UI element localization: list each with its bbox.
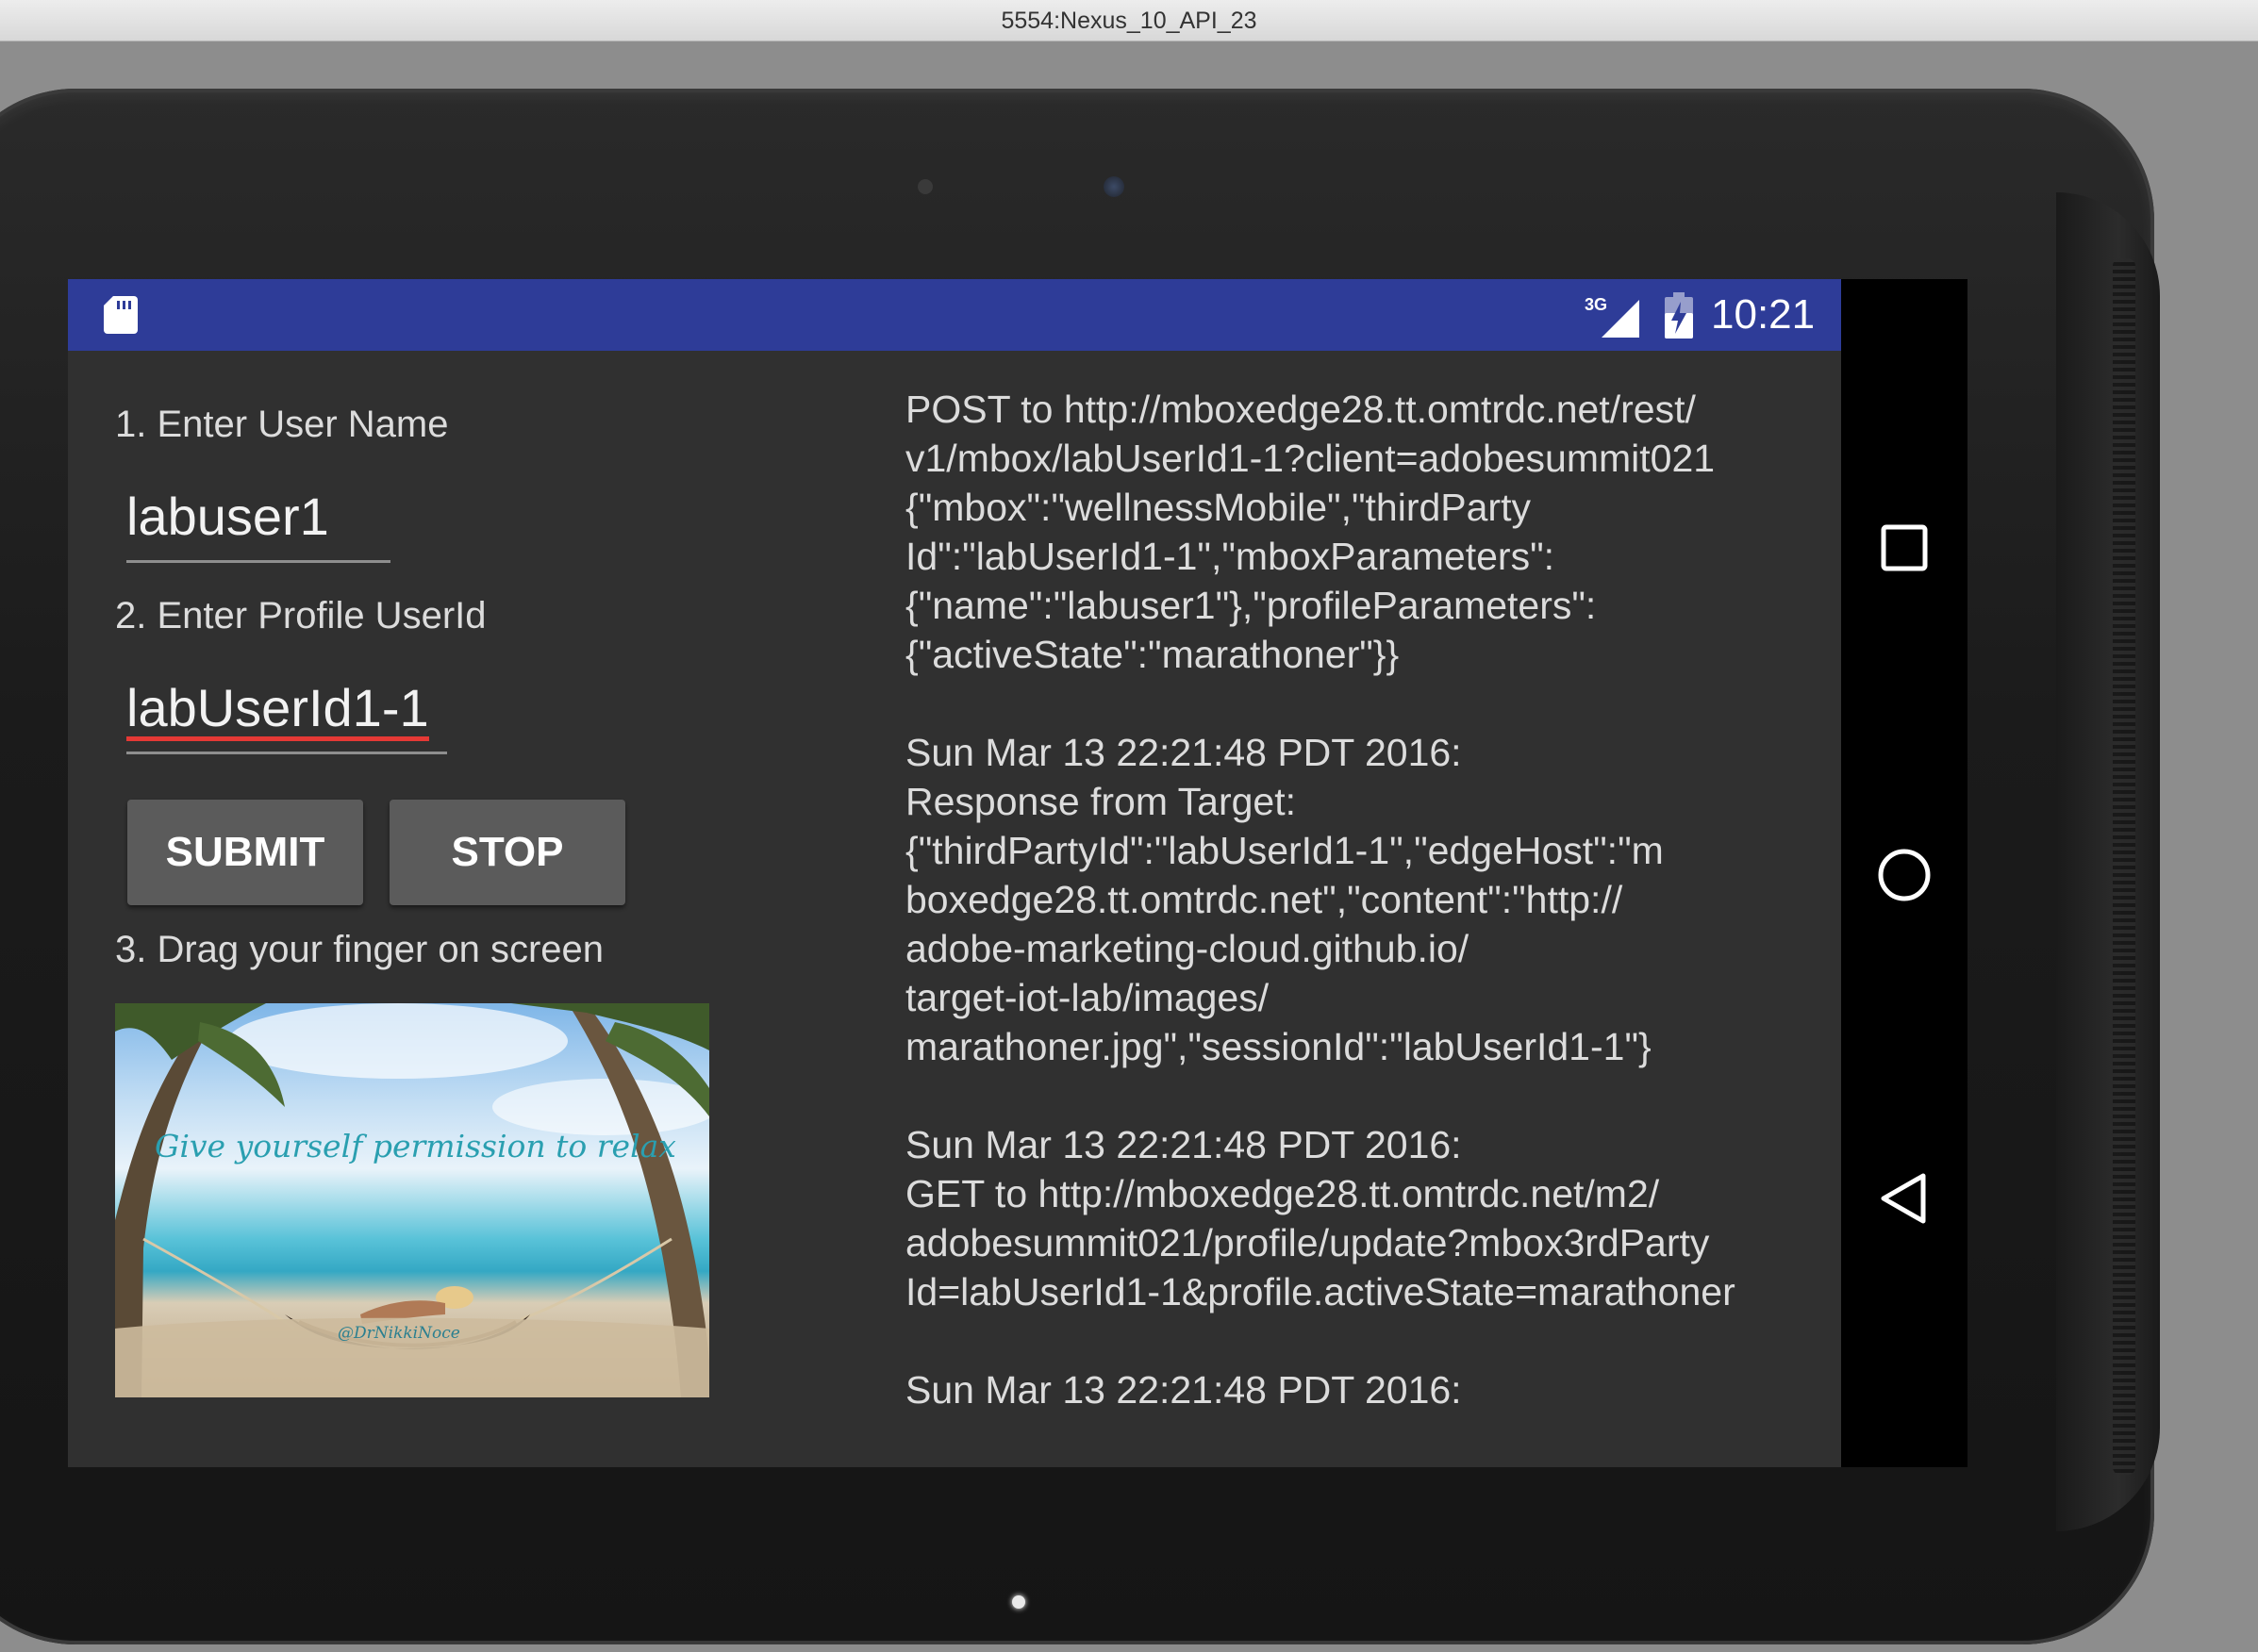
emulator-window-title: 5554:Nexus_10_API_23 bbox=[0, 0, 2258, 41]
device-screen: 3G 10:21 1. Enter User Name labuser1 2. … bbox=[68, 279, 1967, 1467]
status-clock: 10:21 bbox=[1711, 291, 1816, 338]
speaker-grill bbox=[2113, 258, 2135, 1475]
tablet-side-edge bbox=[2056, 192, 2160, 1531]
navigation-bar bbox=[1841, 279, 1967, 1467]
username-label: 1. Enter User Name bbox=[115, 404, 449, 445]
submit-button[interactable]: SUBMIT bbox=[127, 800, 363, 905]
app-content: 1. Enter User Name labuser1 2. Enter Pro… bbox=[68, 351, 1841, 1467]
profile-userid-label: 2. Enter Profile UserId bbox=[115, 595, 487, 636]
notification-led bbox=[1012, 1595, 1025, 1609]
profile-userid-value: labUserId1-1 bbox=[126, 680, 429, 741]
sd-card-icon bbox=[104, 296, 138, 334]
home-circle-icon[interactable] bbox=[1876, 847, 1933, 903]
emulator-stage: 3G 10:21 1. Enter User Name labuser1 2. … bbox=[0, 41, 2258, 1652]
battery-charging-icon bbox=[1665, 292, 1693, 339]
username-value: labuser1 bbox=[126, 487, 329, 546]
signal-icon: 3G bbox=[1585, 295, 1639, 338]
request-log-text: POST to http://mboxedge28.tt.omtrdc.net/… bbox=[905, 388, 1735, 1412]
username-input[interactable]: labuser1 bbox=[126, 486, 390, 563]
recents-square-icon[interactable] bbox=[1876, 520, 1933, 576]
image-credit: @DrNikkiNoce bbox=[338, 1324, 460, 1343]
drag-instruction-label: 3. Drag your finger on screen bbox=[115, 929, 605, 970]
profile-userid-input[interactable]: labUserId1-1 bbox=[126, 677, 447, 754]
stop-button[interactable]: STOP bbox=[390, 800, 625, 905]
back-triangle-icon[interactable] bbox=[1876, 1170, 1933, 1227]
network-type-label: 3G bbox=[1585, 295, 1607, 314]
light-sensor bbox=[918, 179, 933, 194]
status-bar: 3G 10:21 bbox=[68, 279, 1841, 351]
image-caption: Give yourself permission to relax bbox=[155, 1128, 676, 1165]
relax-beach-image[interactable]: Give yourself permission to relax @DrNik… bbox=[115, 1003, 709, 1397]
front-camera-icon bbox=[1104, 176, 1124, 197]
